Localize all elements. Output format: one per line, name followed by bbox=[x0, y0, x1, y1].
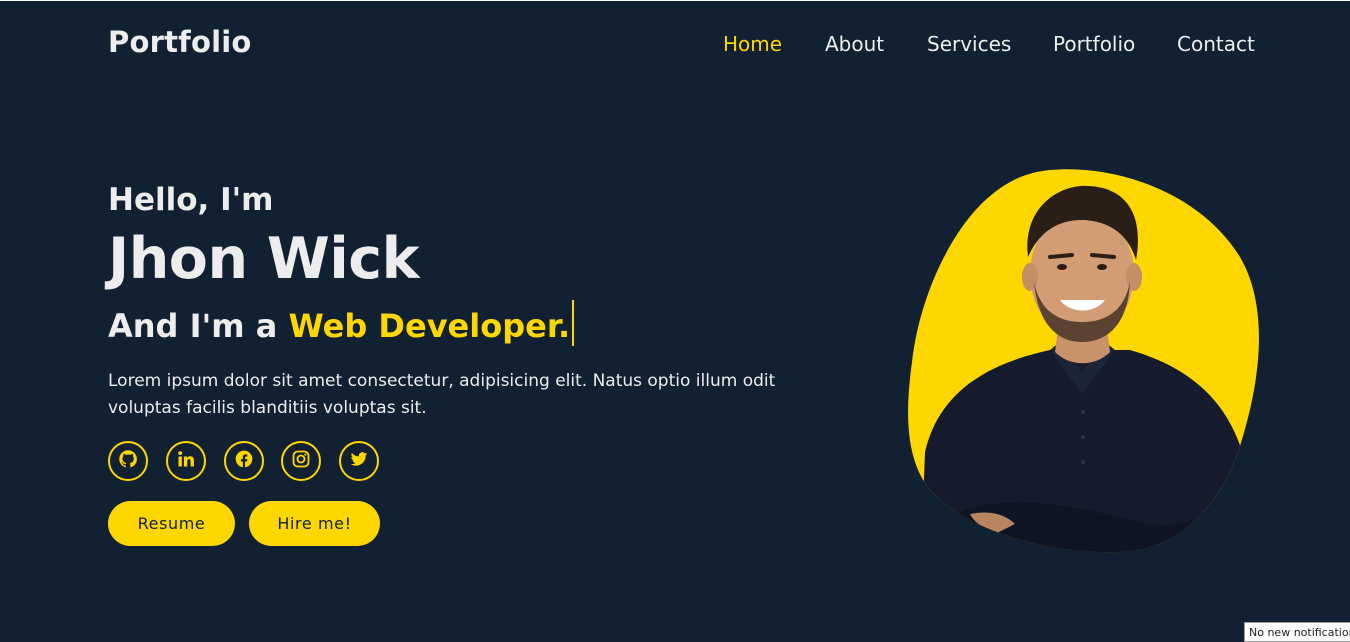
notification-toast[interactable]: No new notifications bbox=[1244, 622, 1350, 642]
main-nav: Home About Services Portfolio Contact bbox=[0, 32, 1258, 58]
twitter-link[interactable] bbox=[339, 441, 379, 481]
hero-greeting: Hello, I'm bbox=[108, 182, 274, 218]
nav-contact[interactable]: Contact bbox=[1177, 32, 1255, 56]
nav-about[interactable]: About bbox=[825, 32, 884, 56]
role-prefix: And I'm a bbox=[108, 307, 278, 345]
top-border bbox=[0, 0, 1350, 1]
linkedin-icon bbox=[176, 449, 196, 473]
twitter-icon bbox=[349, 449, 369, 473]
github-link[interactable] bbox=[108, 441, 148, 481]
facebook-link[interactable] bbox=[224, 441, 264, 481]
github-icon bbox=[118, 449, 138, 473]
hero-role: And I'm a Web Developer. bbox=[108, 300, 575, 346]
typing-cursor bbox=[572, 300, 575, 346]
role-highlight: Web Developer. bbox=[288, 307, 571, 345]
profile-photo bbox=[900, 162, 1270, 562]
hero-name: Jhon Wick bbox=[108, 226, 419, 292]
hire-me-button[interactable]: Hire me! bbox=[249, 501, 380, 546]
nav-home[interactable]: Home bbox=[723, 32, 782, 56]
instagram-icon bbox=[291, 449, 311, 473]
linkedin-link[interactable] bbox=[166, 441, 206, 481]
hero-description: Lorem ipsum dolor sit amet consectetur, … bbox=[108, 371, 776, 418]
instagram-link[interactable] bbox=[281, 441, 321, 481]
resume-button[interactable]: Resume bbox=[108, 501, 235, 546]
facebook-icon bbox=[234, 449, 254, 473]
nav-services[interactable]: Services bbox=[927, 32, 1011, 56]
nav-portfolio[interactable]: Portfolio bbox=[1053, 32, 1135, 56]
